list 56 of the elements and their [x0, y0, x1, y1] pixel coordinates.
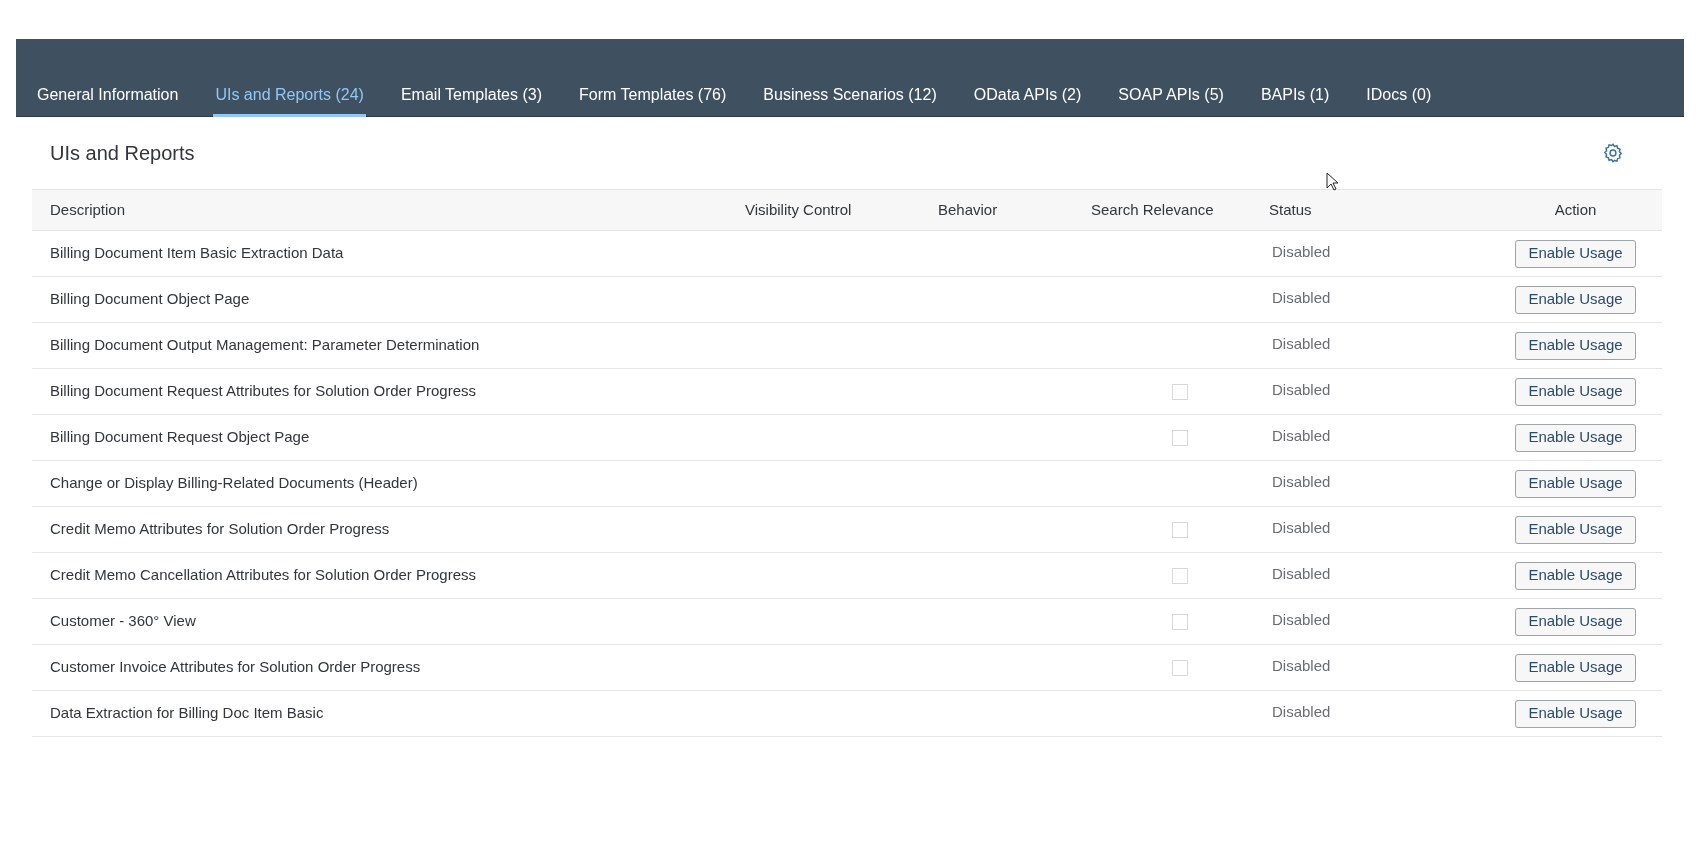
description-cell: Customer - 360° View — [50, 612, 196, 630]
checkbox[interactable] — [1172, 567, 1188, 584]
tab[interactable]: IDocs (0) — [1364, 81, 1434, 117]
description-cell: Billing Document Object Page — [50, 290, 250, 308]
checkbox[interactable] — [1172, 429, 1188, 446]
settings-icon[interactable] — [1602, 142, 1624, 164]
description-cell: Credit Memo Attributes for Solution Order Progress — [50, 520, 390, 538]
status-text: Disabled — [1272, 611, 1331, 628]
enable-usage-button[interactable]: Enable Usage — [1515, 469, 1636, 498]
tab[interactable]: BAPIs (1) — [1258, 81, 1332, 117]
description-cell: Billing Document Output Management: Parameter Determination — [50, 336, 480, 354]
status-text: Disabled — [1272, 243, 1331, 260]
tab[interactable]: OData APIs (2) — [971, 81, 1084, 117]
column-header: Visibility Control — [745, 200, 852, 218]
enable-usage-button[interactable]: Enable Usage — [1515, 331, 1636, 360]
checkbox[interactable] — [1172, 659, 1188, 676]
enable-usage-button[interactable]: Enable Usage — [1515, 239, 1636, 268]
enable-usage-button[interactable]: Enable Usage — [1515, 515, 1636, 544]
description-cell: Billing Document Request Object Page — [50, 428, 310, 446]
status-text: Disabled — [1272, 703, 1331, 720]
column-header: Action — [1554, 199, 1597, 220]
status-text: Disabled — [1272, 519, 1331, 536]
enable-usage-button[interactable]: Enable Usage — [1515, 423, 1636, 452]
enable-usage-button[interactable]: Enable Usage — [1515, 699, 1636, 728]
checkbox[interactable] — [1172, 521, 1188, 538]
checkbox[interactable] — [1172, 613, 1188, 630]
tab[interactable]: SOAP APIs (5) — [1116, 81, 1226, 117]
tab[interactable]: Business Scenarios (12) — [761, 81, 939, 117]
tab[interactable]: UIs and Reports (24) — [213, 81, 366, 117]
tab[interactable]: General Information — [35, 81, 181, 117]
checkbox[interactable] — [1172, 383, 1188, 400]
status-text: Disabled — [1272, 427, 1331, 444]
enable-usage-button[interactable]: Enable Usage — [1515, 561, 1636, 590]
column-header: Behavior — [938, 200, 998, 218]
status-text: Disabled — [1272, 473, 1331, 490]
column-header: Search Relevance — [1091, 200, 1214, 218]
status-text: Disabled — [1272, 289, 1331, 306]
description-cell: Billing Document Item Basic Extraction Data — [50, 244, 344, 262]
description-cell: Data Extraction for Billing Doc Item Basic — [50, 704, 324, 722]
status-text: Disabled — [1272, 565, 1331, 582]
status-text: Disabled — [1272, 335, 1331, 352]
description-cell: Change or Display Billing-Related Documents (Header) — [50, 474, 418, 492]
tab[interactable]: Email Templates (3) — [398, 81, 544, 117]
description-cell: Billing Document Request Attributes for Solution Order Progress — [50, 382, 477, 400]
column-header: Status — [1269, 200, 1312, 218]
enable-usage-button[interactable]: Enable Usage — [1515, 607, 1636, 636]
enable-usage-button[interactable]: Enable Usage — [1515, 377, 1636, 406]
column-header: Description — [50, 200, 126, 218]
description-cell: Credit Memo Cancellation Attributes for Solution Order Progress — [50, 566, 477, 584]
status-text: Disabled — [1272, 381, 1331, 398]
tab[interactable]: Form Templates (76) — [577, 81, 729, 117]
status-text: Disabled — [1272, 657, 1331, 674]
enable-usage-button[interactable]: Enable Usage — [1515, 653, 1636, 682]
section-title: UIs and Reports — [50, 141, 195, 166]
enable-usage-button[interactable]: Enable Usage — [1515, 285, 1636, 314]
description-cell: Customer Invoice Attributes for Solution Order Progress — [50, 658, 421, 676]
